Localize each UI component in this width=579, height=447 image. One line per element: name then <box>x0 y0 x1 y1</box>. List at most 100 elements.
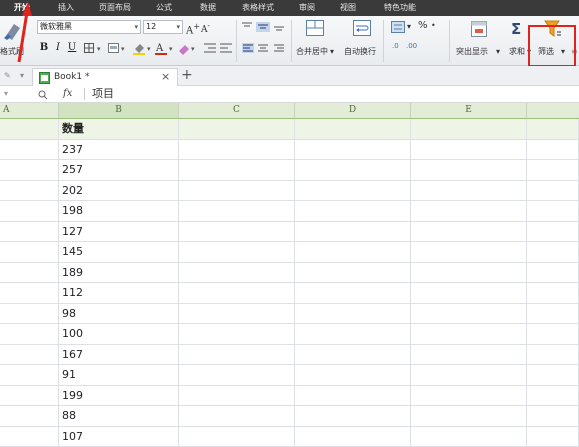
table-cell-value[interactable]: 91 <box>59 365 179 386</box>
underline-button[interactable]: U <box>66 41 78 54</box>
table-cell-empty[interactable] <box>411 263 527 283</box>
table-cell-empty[interactable] <box>411 345 527 365</box>
font-color-icon[interactable]: A ▾ <box>155 42 177 55</box>
increase-font-icon[interactable]: A+ <box>186 20 200 37</box>
table-cell-empty[interactable] <box>0 427 59 447</box>
table-cell-empty[interactable] <box>0 345 59 365</box>
table-cell-value[interactable]: 202 <box>59 181 179 201</box>
menu-review[interactable]: 审阅 <box>299 2 315 14</box>
table-cell-value[interactable]: 257 <box>59 160 179 181</box>
table-cell-empty[interactable] <box>179 386 295 406</box>
table-cell-empty[interactable] <box>179 427 295 447</box>
table-cell-empty[interactable] <box>295 365 411 386</box>
table-cell-empty[interactable] <box>295 324 411 345</box>
decrease-font-icon[interactable]: A- <box>201 20 210 36</box>
number-format-icon[interactable] <box>391 21 405 33</box>
borders-icon[interactable]: ▾ <box>84 43 108 54</box>
table-cell-empty[interactable] <box>295 160 411 181</box>
increase-indent-icon[interactable] <box>220 43 232 53</box>
table-cell-value[interactable]: 112 <box>59 283 179 304</box>
table-cell-empty[interactable] <box>0 242 59 263</box>
table-cell-empty[interactable] <box>179 406 295 427</box>
table-cell-empty[interactable] <box>179 181 295 201</box>
zoom-icon[interactable] <box>38 90 48 100</box>
table-cell-empty[interactable] <box>527 365 579 386</box>
table-cell-empty[interactable] <box>295 283 411 304</box>
clear-format-icon[interactable]: ▾ <box>177 42 199 55</box>
table-cell-empty[interactable] <box>295 386 411 406</box>
table-cell-value[interactable]: 189 <box>59 263 179 283</box>
table-cell-empty[interactable] <box>411 242 527 263</box>
highlight-display-label[interactable]: 突出显示 <box>456 46 488 58</box>
table-cell-empty[interactable] <box>179 345 295 365</box>
table-cell-empty[interactable] <box>527 263 579 283</box>
tab-book1[interactable]: Book1 * × <box>32 68 178 86</box>
table-cell-empty[interactable] <box>411 222 527 242</box>
table-cell-empty[interactable] <box>179 263 295 283</box>
menu-data[interactable]: 数据 <box>200 2 216 14</box>
table-cell-empty[interactable] <box>0 181 59 201</box>
menu-table-style[interactable]: 表格样式 <box>242 2 274 14</box>
table-cell-empty[interactable] <box>411 181 527 201</box>
sum-label[interactable]: 求和 <box>509 46 525 58</box>
table-cell-empty[interactable] <box>411 160 527 181</box>
table-cell-empty[interactable] <box>411 365 527 386</box>
table-cell-empty[interactable] <box>411 386 527 406</box>
table-cell-value[interactable]: 198 <box>59 201 179 222</box>
formula-content[interactable]: 项目 <box>92 87 114 101</box>
table-cell-empty[interactable] <box>179 119 295 140</box>
column-header-f[interactable] <box>527 103 579 119</box>
table-cell-empty[interactable] <box>527 181 579 201</box>
close-icon[interactable]: × <box>161 71 170 83</box>
function-icon[interactable]: fx <box>63 88 72 100</box>
table-cell-empty[interactable] <box>0 263 59 283</box>
table-cell-value[interactable]: 88 <box>59 406 179 427</box>
table-cell-empty[interactable] <box>0 283 59 304</box>
wrap-text-label[interactable]: 自动换行 <box>344 46 376 58</box>
pin-icon[interactable]: ✎ <box>4 70 11 82</box>
table-cell-empty[interactable] <box>527 345 579 365</box>
merge-center-label[interactable]: 合并居中 <box>296 46 328 58</box>
table-cell-value[interactable]: 107 <box>59 427 179 447</box>
table-cell-empty[interactable] <box>411 427 527 447</box>
wrap-text-icon[interactable] <box>353 20 371 36</box>
table-cell-empty[interactable] <box>527 242 579 263</box>
table-cell-empty[interactable] <box>527 140 579 160</box>
font-name-select[interactable]: 微软雅黑 ▾ <box>37 20 141 34</box>
table-cell-empty[interactable] <box>411 324 527 345</box>
decrease-decimal-button[interactable]: .00 <box>406 40 417 52</box>
add-tab-button[interactable]: + <box>181 67 193 83</box>
cell-style-icon[interactable]: ▾ <box>108 43 132 54</box>
table-cell-empty[interactable] <box>0 222 59 242</box>
chevron-down-icon[interactable]: ▾ <box>20 70 24 82</box>
table-cell-empty[interactable] <box>179 222 295 242</box>
table-cell-empty[interactable] <box>527 222 579 242</box>
vertical-align-icons[interactable] <box>242 22 286 32</box>
menu-special-features[interactable]: 特色功能 <box>384 2 416 14</box>
table-cell-empty[interactable] <box>411 283 527 304</box>
table-cell-empty[interactable] <box>0 386 59 406</box>
table-cell-empty[interactable] <box>411 119 527 140</box>
table-cell-empty[interactable] <box>179 324 295 345</box>
font-size-select[interactable]: 12 ▾ <box>143 20 183 34</box>
table-cell-empty[interactable] <box>295 427 411 447</box>
table-cell-empty[interactable] <box>295 119 411 140</box>
table-cell-empty[interactable] <box>527 283 579 304</box>
sum-icon[interactable]: Σ <box>511 20 521 38</box>
table-cell-empty[interactable] <box>295 406 411 427</box>
table-cell-empty[interactable] <box>527 201 579 222</box>
table-cell-empty[interactable] <box>527 119 579 140</box>
table-cell-empty[interactable] <box>411 304 527 324</box>
table-cell-empty[interactable] <box>0 201 59 222</box>
percent-button[interactable]: % <box>418 20 428 32</box>
table-cell-empty[interactable] <box>0 119 59 140</box>
table-cell-empty[interactable] <box>295 242 411 263</box>
chevron-down-icon[interactable]: ▾ <box>330 46 334 58</box>
table-cell-empty[interactable] <box>179 283 295 304</box>
table-cell-empty[interactable] <box>0 160 59 181</box>
column-header-a[interactable]: A <box>0 103 59 119</box>
table-cell-empty[interactable] <box>411 140 527 160</box>
table-cell-value[interactable]: 199 <box>59 386 179 406</box>
table-cell-empty[interactable] <box>411 406 527 427</box>
table-cell-empty[interactable] <box>527 304 579 324</box>
